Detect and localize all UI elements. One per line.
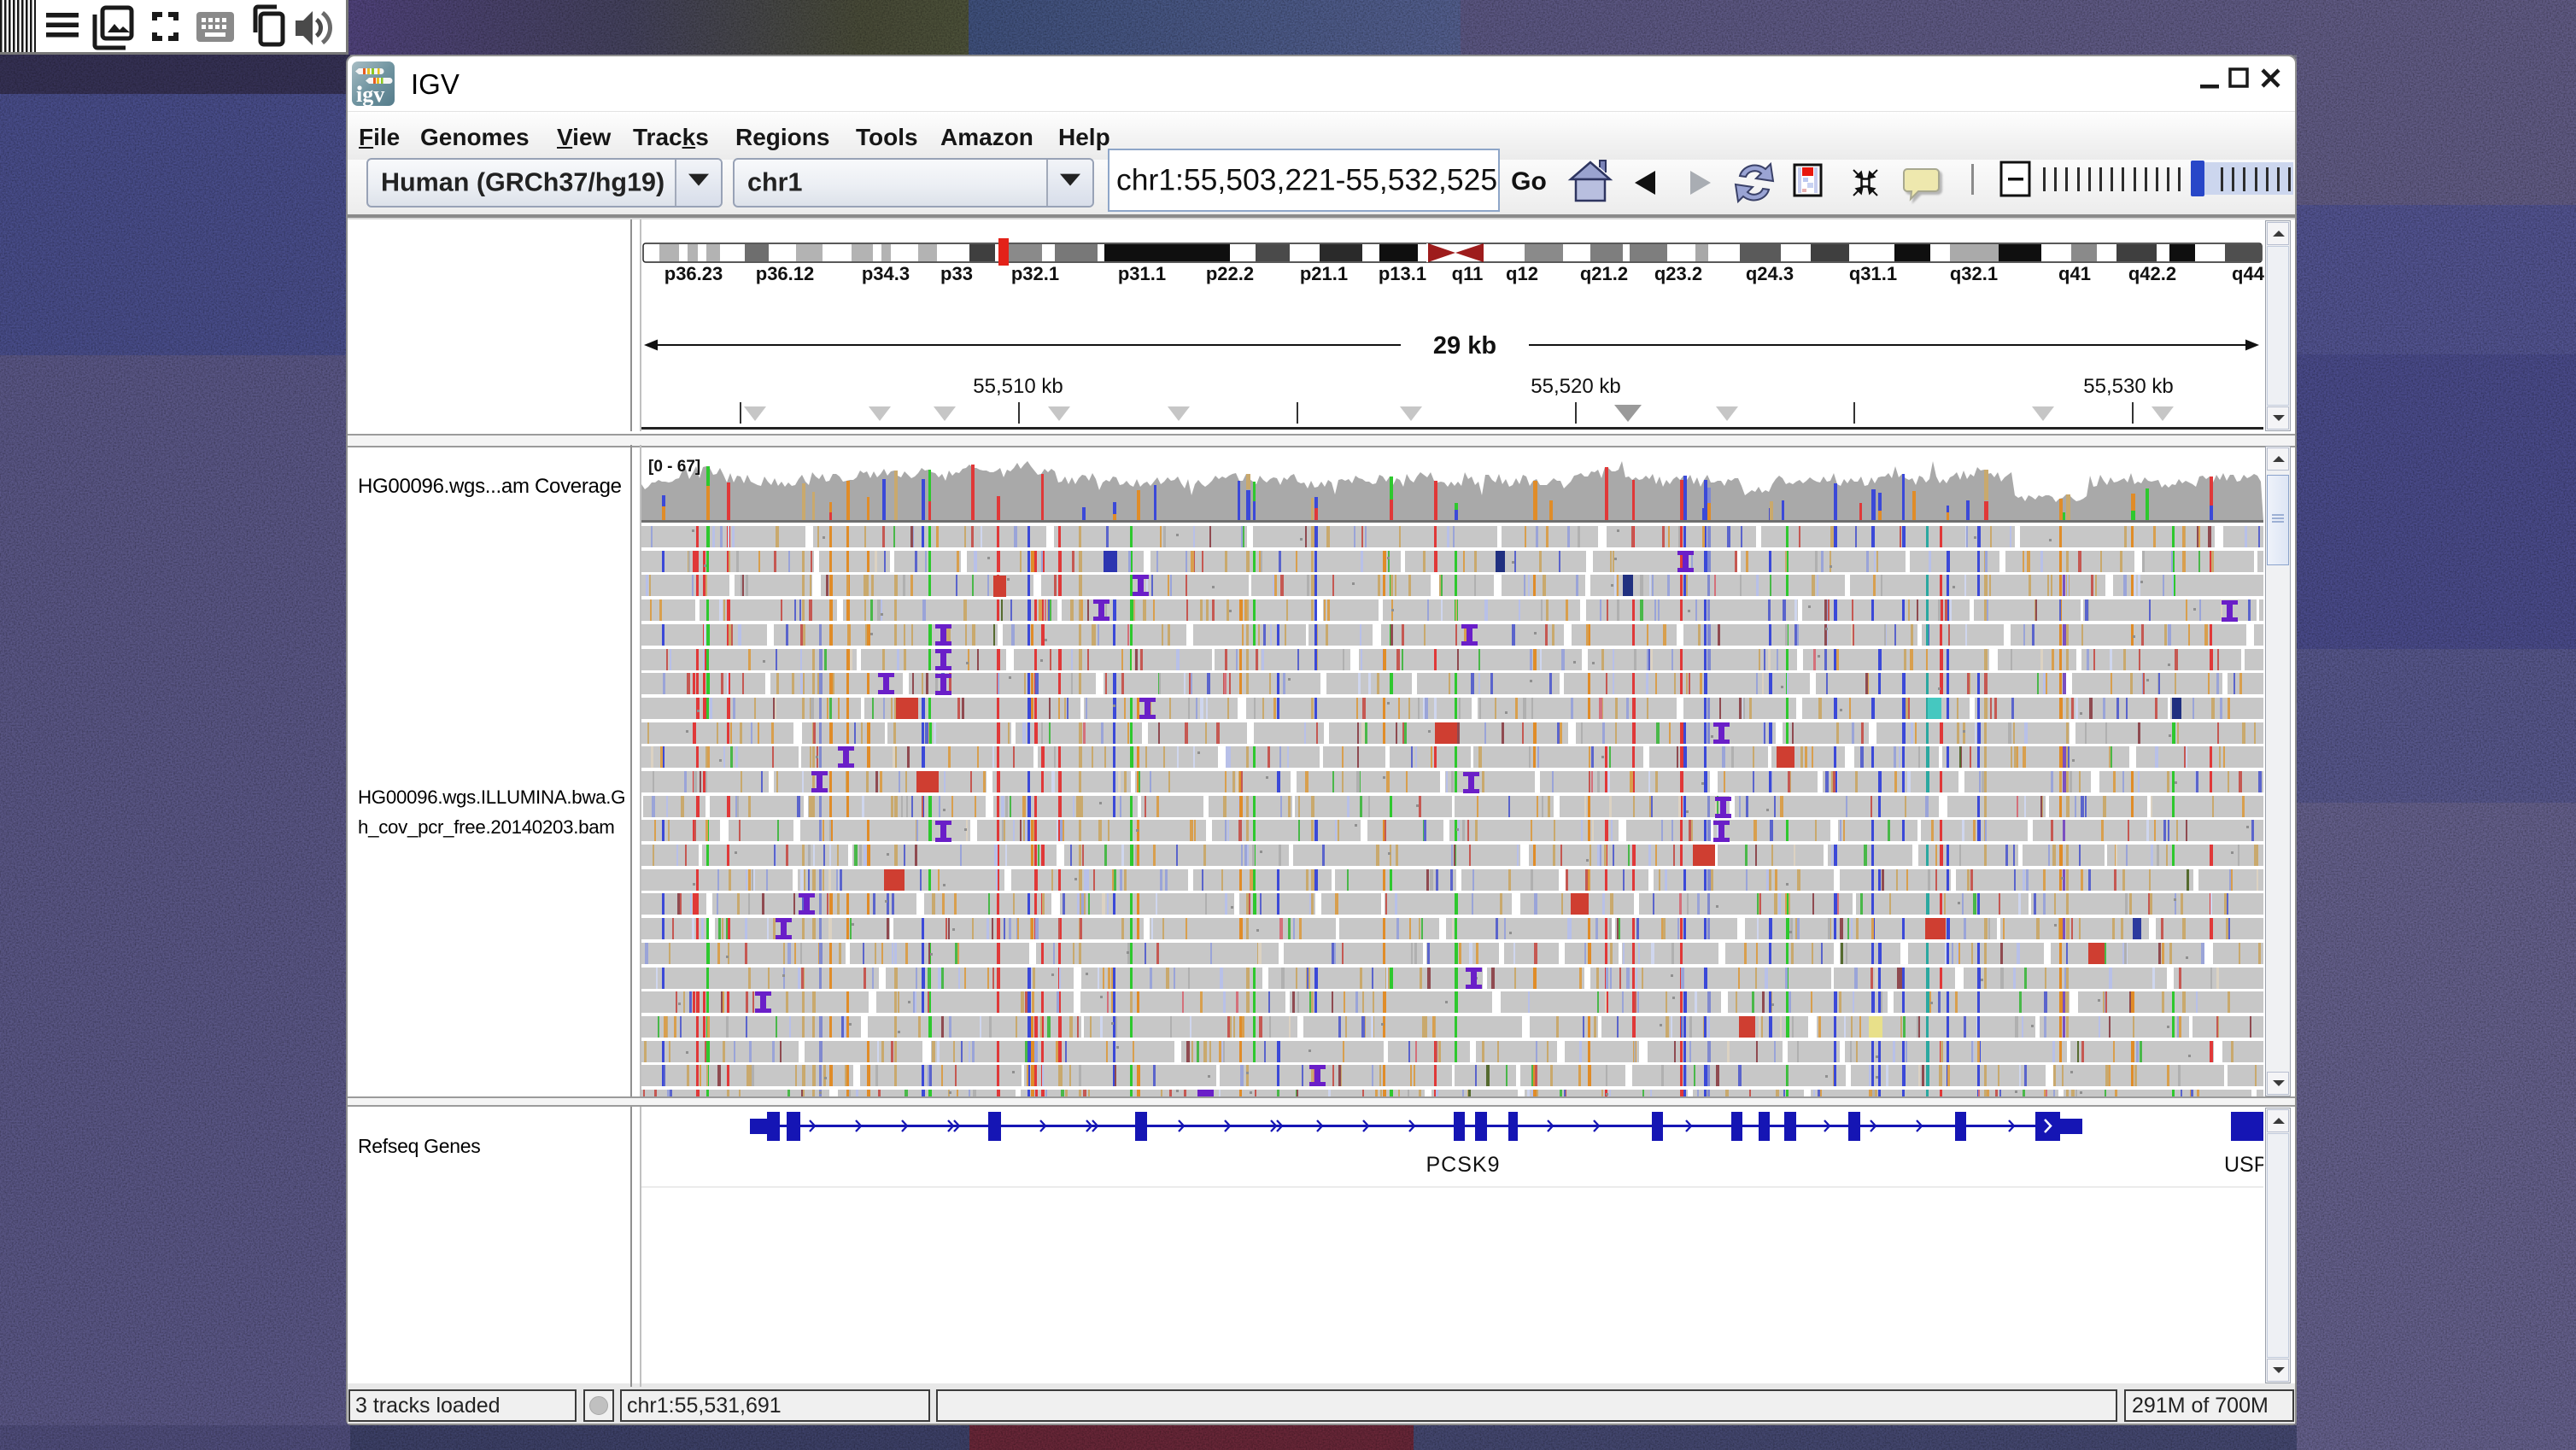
svg-text:PCSK9: PCSK9 (1426, 1153, 1501, 1177)
svg-text:p22.2: p22.2 (1206, 263, 1254, 284)
svg-text:USP24: USP24 (2224, 1153, 2263, 1177)
svg-text:q31.1: q31.1 (1849, 263, 1897, 284)
svg-text:p31.1: p31.1 (1118, 263, 1166, 284)
svg-text:55,530 kb: 55,530 kb (2083, 375, 2173, 398)
svg-text:29 kb: 29 kb (1433, 332, 1496, 360)
svg-text:p34.3: p34.3 (862, 263, 910, 284)
svg-text:q11: q11 (1452, 263, 1484, 284)
svg-text:q41: q41 (2058, 263, 2091, 284)
svg-text:q44: q44 (2232, 263, 2265, 284)
svg-text:55,520 kb: 55,520 kb (1531, 375, 1620, 398)
svg-text:q23.2: q23.2 (1654, 263, 1702, 284)
svg-text:q24.3: q24.3 (1746, 263, 1794, 284)
svg-text:q32.1: q32.1 (1950, 263, 1998, 284)
svg-text:p13.1: p13.1 (1379, 263, 1426, 284)
svg-text:p21.1: p21.1 (1300, 263, 1348, 284)
svg-text:q42.2: q42.2 (2128, 263, 2176, 284)
svg-text:q12: q12 (1506, 263, 1538, 284)
svg-text:55,510 kb: 55,510 kb (973, 375, 1063, 398)
svg-text:q21.2: q21.2 (1580, 263, 1628, 284)
svg-text:p32.1: p32.1 (1011, 263, 1059, 284)
svg-text:p36.23: p36.23 (664, 263, 723, 284)
svg-text:p33: p33 (940, 263, 973, 284)
svg-text:p36.12: p36.12 (756, 263, 815, 284)
